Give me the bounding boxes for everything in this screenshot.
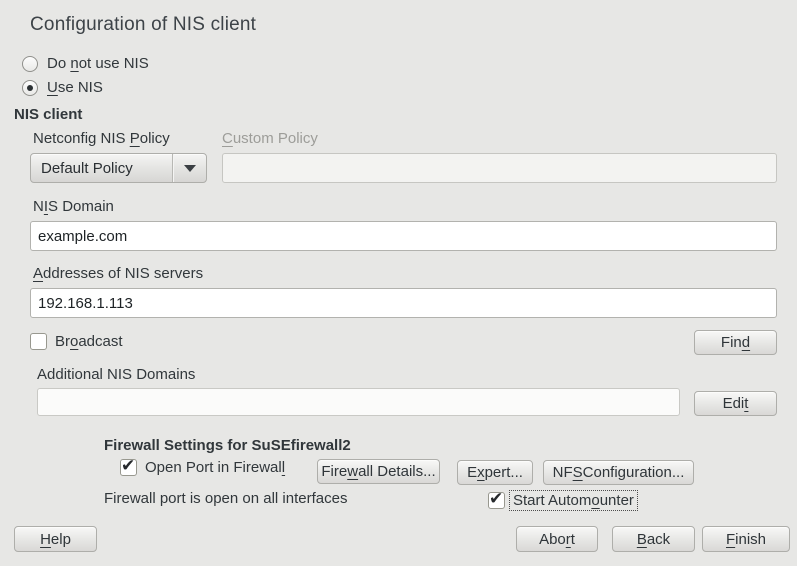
- radio-use-nis[interactable]: Use NIS: [22, 79, 103, 96]
- expert-button[interactable]: Expert...: [457, 460, 533, 485]
- nis-servers-label: Addresses of NIS servers: [33, 265, 203, 282]
- firewall-details-button[interactable]: Firewall Details...: [317, 459, 440, 484]
- broadcast-checkbox[interactable]: ✔ Broadcast: [30, 333, 123, 350]
- help-button[interactable]: Help: [14, 526, 97, 552]
- abort-button[interactable]: Abort: [516, 526, 598, 552]
- additional-domains-label: Additional NIS Domains: [37, 366, 195, 383]
- nis-domain-input[interactable]: [30, 221, 777, 251]
- broadcast-label: Broadcast: [55, 333, 123, 350]
- custom-policy-label: Custom Policy: [222, 130, 318, 147]
- open-port-checkbox[interactable]: ✔ Open Port in Firewall: [120, 459, 285, 476]
- back-button[interactable]: Back: [612, 526, 695, 552]
- find-button[interactable]: Find: [694, 330, 777, 355]
- nfs-configuration-button[interactable]: NFS Configuration...: [543, 460, 694, 485]
- radio-do-not-use-nis[interactable]: Do not use NIS: [22, 55, 149, 72]
- nis-domain-label: NIS Domain: [33, 198, 114, 215]
- edit-button[interactable]: Edit: [694, 391, 777, 416]
- netconfig-policy-label: Netconfig NIS Policy: [33, 130, 170, 147]
- custom-policy-input: [222, 153, 777, 183]
- page-title: Configuration of NIS client: [30, 14, 256, 36]
- checkbox-icon[interactable]: ✔: [30, 333, 47, 350]
- firewall-status-text: Firewall port is open on all interfaces: [104, 490, 347, 507]
- checkbox-icon[interactable]: ✔: [120, 459, 137, 476]
- dropdown-arrow-icon[interactable]: [173, 165, 206, 172]
- nis-client-dialog: Configuration of NIS client Do not use N…: [0, 0, 797, 566]
- start-automounter-checkbox[interactable]: ✔ Start Automounter: [488, 492, 636, 509]
- section-title-nis-client: NIS client: [14, 106, 82, 123]
- start-automounter-label: Start Automounter: [511, 492, 636, 509]
- additional-domains-input: [37, 388, 680, 416]
- radio-do-not-use-nis-label: Do not use NIS: [47, 55, 149, 72]
- radio-icon[interactable]: [22, 56, 38, 72]
- open-port-label: Open Port in Firewall: [145, 459, 285, 476]
- netconfig-policy-selected-value: Default Policy: [31, 160, 172, 177]
- firewall-section-title: Firewall Settings for SuSEfirewall2: [104, 437, 351, 454]
- finish-button[interactable]: Finish: [702, 526, 790, 552]
- radio-icon[interactable]: [22, 80, 38, 96]
- nis-servers-input[interactable]: [30, 288, 777, 318]
- radio-use-nis-label: Use NIS: [47, 79, 103, 96]
- checkbox-icon[interactable]: ✔: [488, 492, 505, 509]
- netconfig-policy-select[interactable]: Default Policy: [30, 153, 207, 183]
